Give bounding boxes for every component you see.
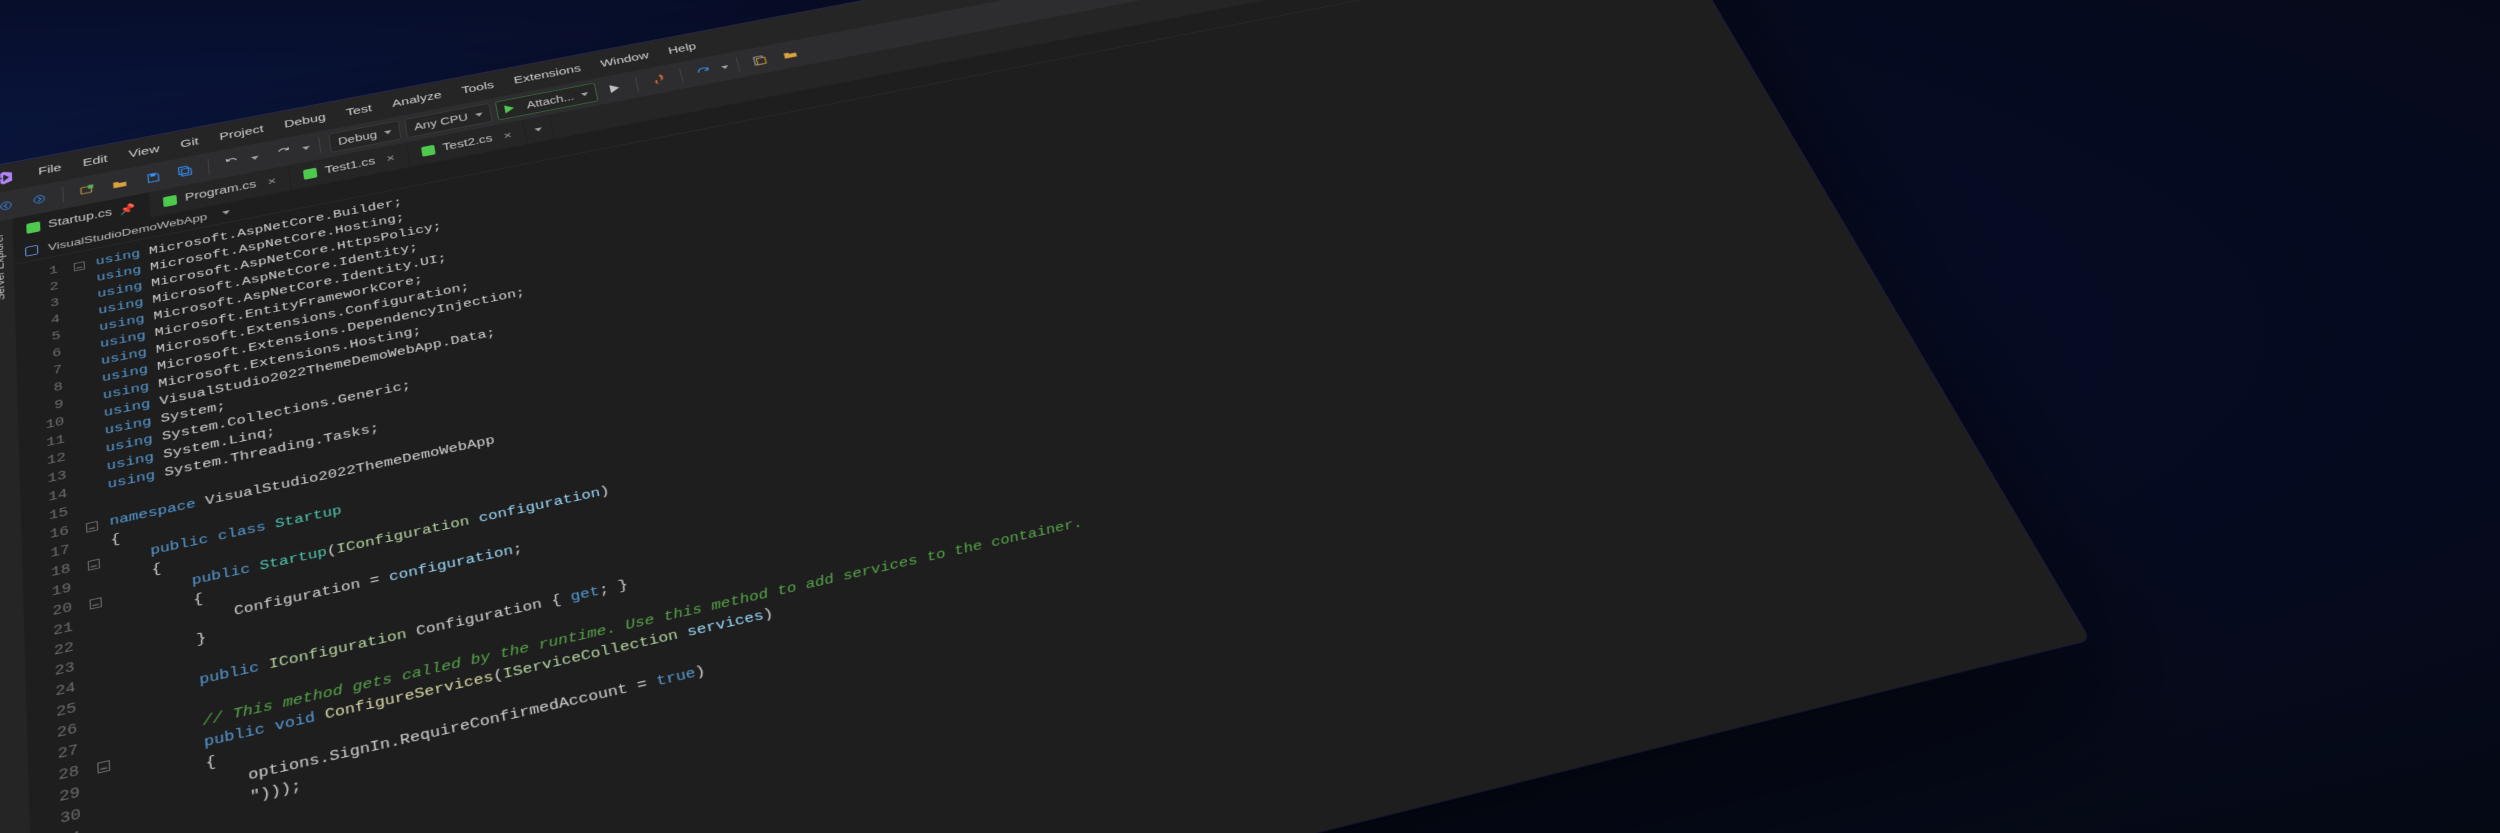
tab-label: Test1.cs bbox=[324, 156, 376, 177]
undo-split-icon[interactable] bbox=[251, 155, 259, 160]
chevron-down-icon bbox=[535, 127, 543, 132]
redo-split-icon[interactable] bbox=[302, 145, 310, 150]
find-in-files-button[interactable] bbox=[745, 49, 775, 72]
start-without-debug-button[interactable] bbox=[600, 77, 630, 100]
menu-item-file[interactable]: File bbox=[28, 157, 71, 182]
redo-button[interactable] bbox=[269, 140, 298, 164]
menu-item-edit[interactable]: Edit bbox=[73, 148, 118, 174]
new-project-button[interactable] bbox=[73, 178, 101, 203]
close-icon[interactable]: × bbox=[386, 151, 396, 164]
play-icon bbox=[504, 104, 515, 114]
chevron-down-icon bbox=[581, 92, 589, 97]
menu-item-test[interactable]: Test bbox=[336, 98, 383, 123]
nav-back-button[interactable] bbox=[0, 193, 20, 218]
tab-label: Test2.cs bbox=[442, 133, 494, 154]
chevron-down-icon[interactable] bbox=[721, 65, 729, 70]
chevron-down-icon bbox=[384, 130, 392, 135]
solution-config-label: Debug bbox=[337, 129, 377, 147]
ide-window: FileEditViewGitProjectDebugTestAnalyzeTo… bbox=[0, 0, 2089, 833]
chevron-down-icon bbox=[475, 112, 483, 117]
open-file-button[interactable] bbox=[775, 43, 805, 66]
play-outline-icon bbox=[610, 83, 621, 93]
nav-forward-button[interactable] bbox=[25, 187, 53, 212]
csharp-file-icon bbox=[421, 145, 436, 157]
chevron-down-icon[interactable] bbox=[222, 210, 230, 215]
menu-item-git[interactable]: Git bbox=[170, 131, 209, 155]
close-icon[interactable]: × bbox=[267, 174, 277, 187]
visual-studio-logo-icon bbox=[0, 168, 15, 189]
hot-reload-button[interactable] bbox=[645, 68, 675, 91]
csharp-file-icon bbox=[26, 221, 40, 234]
pin-icon[interactable]: 📌 bbox=[119, 202, 135, 216]
server-explorer-tab[interactable]: Server Explorer bbox=[0, 227, 7, 308]
csharp-project-icon bbox=[25, 245, 38, 257]
attach-label: Attach... bbox=[526, 91, 575, 111]
menu-item-help[interactable]: Help bbox=[657, 36, 706, 61]
open-folder-button[interactable] bbox=[106, 171, 134, 196]
close-icon[interactable]: × bbox=[503, 129, 513, 142]
undo-button[interactable] bbox=[218, 150, 247, 174]
csharp-file-icon bbox=[163, 195, 177, 207]
browser-refresh-button[interactable] bbox=[689, 60, 719, 83]
save-all-button[interactable] bbox=[171, 159, 199, 184]
solution-platform-label: Any CPU bbox=[413, 111, 468, 132]
csharp-file-icon bbox=[303, 168, 318, 180]
save-button[interactable] bbox=[138, 165, 166, 190]
